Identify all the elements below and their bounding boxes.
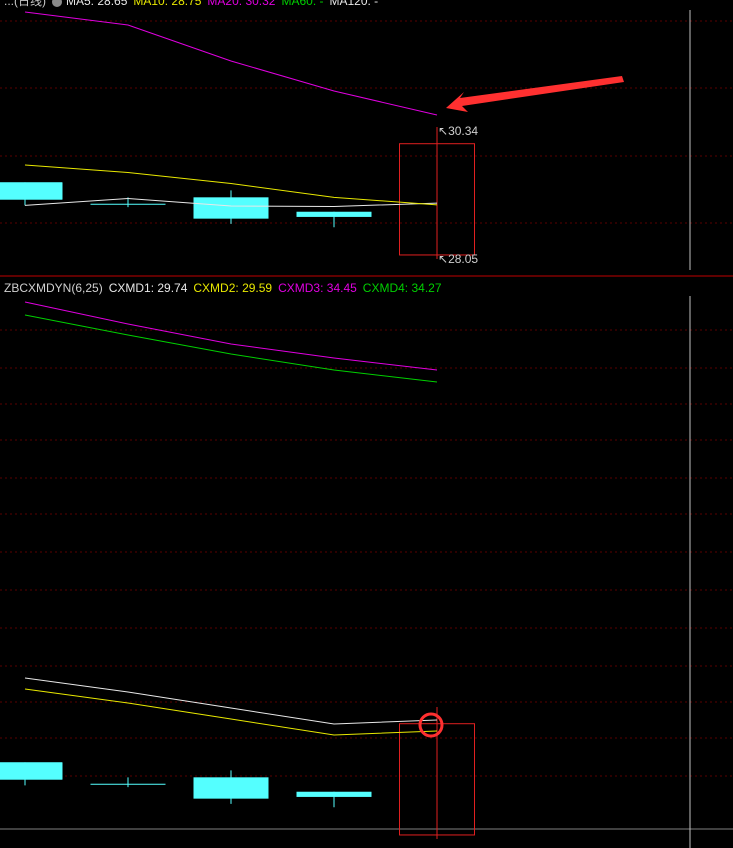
legend-cxmd4: CXMD4: 34.27: [362, 281, 442, 295]
legend-ma5: MA5: 28.65: [66, 0, 128, 8]
chart-background: [0, 0, 733, 848]
legend-ma120: MA120: -: [329, 0, 379, 8]
circle-dot-icon[interactable]: [52, 0, 62, 7]
low-price-value: 28.05: [448, 252, 479, 266]
high-price-label: ↖30.34: [438, 124, 479, 138]
candle-body-bottom-0: [0, 762, 62, 780]
candle-body-top-4: [296, 211, 372, 217]
candle-body-bottom-4: [296, 791, 372, 797]
indicator-name: ZBCXMDYN(6,25): [4, 281, 103, 295]
stock-chart: [0, 0, 733, 848]
legend-cxmd3: CXMD3: 34.45: [278, 281, 357, 295]
low-price-label: ↖28.05: [438, 252, 479, 266]
candle-body-top-0: [0, 182, 62, 200]
legend-ma20: MA20: 30.32: [207, 0, 276, 8]
legend-ma60: MA60: -: [281, 0, 324, 8]
candle-body-bottom-3: [193, 777, 269, 799]
legend-cxmd1: CXMD1: 29.74: [108, 281, 188, 295]
bottom-legend: ZBCXMDYN(6,25) CXMD1: 29.74 CXMD2: 29.59 CX…: [4, 281, 448, 295]
top-legend-title: ...(日线): [4, 0, 46, 8]
legend-ma10: MA10: 28.75: [133, 0, 202, 8]
high-price-value: 30.34: [448, 124, 479, 138]
candle-body-top-3: [193, 197, 269, 219]
legend-cxmd2: CXMD2: 29.59: [193, 281, 273, 295]
top-legend: ...(日线) MA5: 28.65 MA10: 28.75 MA20: 30.32 M…: [4, 0, 384, 8]
